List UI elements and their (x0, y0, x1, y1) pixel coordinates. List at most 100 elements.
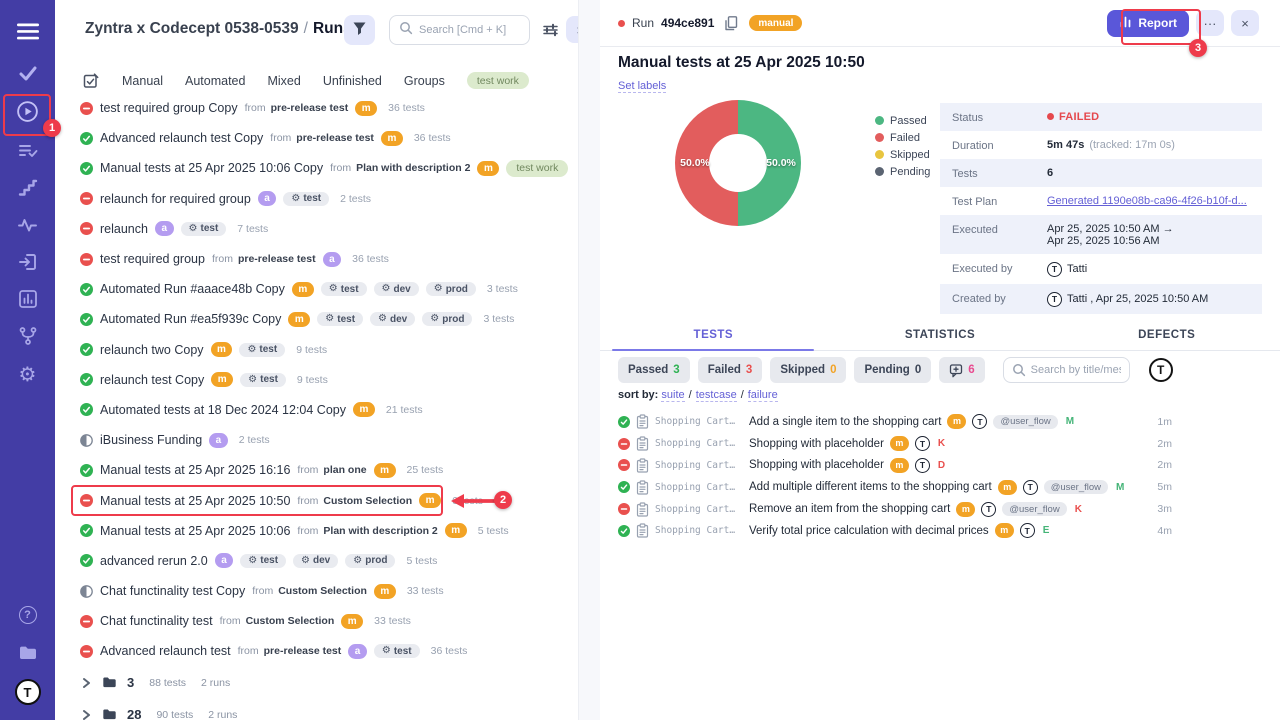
run-row[interactable]: relauncha⚙test7 tests (55, 214, 578, 244)
report-button[interactable]: Report (1107, 10, 1189, 37)
run-row[interactable]: Automated tests at 18 Dec 2024 12:04 Cop… (55, 395, 578, 425)
run-row[interactable]: Chat functinality testfromCustom Selecti… (55, 606, 578, 636)
sidebar-item-activity[interactable] (0, 207, 55, 243)
run-row[interactable]: Chat functinality test CopyfromCustom Se… (55, 576, 578, 606)
sort-link-failure[interactable]: failure (748, 389, 778, 402)
run-row[interactable]: Advanced relaunch test Copyfrompre-relea… (55, 123, 578, 153)
run-row[interactable]: relaunch test Copym⚙test9 tests (55, 365, 578, 395)
test-row[interactable]: Shopping Cart…Shopping with placeholderm… (600, 455, 1280, 477)
set-labels-link[interactable]: Set labels (618, 80, 666, 93)
copy-icon[interactable] (723, 15, 738, 31)
runs-search[interactable] (389, 15, 530, 45)
run-title: Manual tests at 25 Apr 2025 10:50 (618, 54, 865, 72)
sort-link-testcase[interactable]: testcase (696, 389, 737, 402)
filter-tag[interactable]: test work (467, 72, 529, 89)
run-row[interactable]: Automated Run #ea5f939c Copym⚙test⚙dev⚙p… (55, 304, 578, 334)
test-row[interactable]: Shopping Cart…Verify total price calcula… (600, 520, 1280, 542)
env-badge-label: test (259, 344, 277, 355)
run-from-plan: Custom Selection (323, 495, 412, 507)
status-failed-icon (618, 438, 630, 450)
comment-icon (949, 363, 963, 378)
detail-tab-defects[interactable]: DEFECTS (1053, 325, 1280, 350)
test-row[interactable]: Shopping Cart…Shopping with placeholderm… (600, 433, 1280, 455)
status-passed-icon (80, 343, 93, 356)
sidebar-logo[interactable]: T (0, 674, 55, 710)
run-row[interactable]: Manual tests at 25 Apr 2025 10:06 Copyfr… (55, 153, 578, 183)
run-row[interactable]: Manual tests at 25 Apr 2025 10:06fromPla… (55, 516, 578, 546)
sidebar-item-check[interactable] (0, 55, 55, 91)
tests-search[interactable] (1003, 357, 1130, 383)
test-row[interactable]: Shopping Cart…Add a single item to the s… (600, 411, 1280, 433)
sidebar-item-menu[interactable] (0, 13, 55, 49)
sort-link-suite[interactable]: suite (661, 389, 684, 402)
run-row[interactable]: relaunch for required groupa⚙test2 tests (55, 184, 578, 214)
folder-tests-count: 88 tests (149, 677, 186, 689)
legend-item-pending: Pending (875, 163, 930, 180)
detail-close-button[interactable]: × (1231, 10, 1259, 36)
run-type-badge: m (353, 402, 375, 417)
test-row[interactable]: Shopping Cart…Add multiple different ite… (600, 476, 1280, 498)
detail-tab-statistics[interactable]: STATISTICS (827, 325, 1054, 350)
sidebar-item-list-check[interactable] (0, 133, 55, 169)
folder-icon (17, 642, 39, 664)
folder-row[interactable]: 388 tests2 runs (55, 667, 578, 699)
detail-tab-tests[interactable]: TESTS (600, 325, 827, 350)
filter-chip-passed[interactable]: Passed3 (618, 357, 690, 383)
run-row[interactable]: Advanced relaunch testfrompre-release te… (55, 636, 578, 666)
run-row[interactable]: test required groupfrompre-release testa… (55, 244, 578, 274)
tab-unfinished[interactable]: Unfinished (323, 74, 382, 88)
run-detail-header: Run 494ce891 manual Report ··· × (600, 0, 1280, 47)
view-settings-icon[interactable] (542, 22, 559, 43)
filter-chip-failed[interactable]: Failed3 (698, 357, 763, 383)
tests-search-input[interactable] (1031, 364, 1121, 376)
tab-automated[interactable]: Automated (185, 74, 245, 88)
assignee-filter-logo[interactable]: T (1149, 358, 1173, 382)
info-row-executed-by: Executed byTTatti (940, 254, 1262, 284)
run-row[interactable]: iBusiness Fundinga2 tests (55, 425, 578, 455)
run-from-plan: pre-release test (271, 102, 349, 114)
run-info-table: StatusFAILEDDuration5m 47s(tracked: 17m … (940, 103, 1262, 314)
menu-icon (17, 23, 39, 40)
test-plan-link[interactable]: Generated 1190e08b-ca96-4f26-b10f-d... (1047, 195, 1247, 207)
filter-chip-comments[interactable]: 6 (939, 357, 984, 383)
sidebar-item-steps[interactable] (0, 170, 55, 206)
breadcrumb-project[interactable]: Zyntra x Codecept 0538-0539 (85, 20, 299, 37)
chip-count: 3 (746, 364, 752, 376)
env-badge-prod: ⚙prod (345, 554, 395, 568)
tab-mixed[interactable]: Mixed (267, 74, 300, 88)
sidebar-item-branch[interactable] (0, 318, 55, 354)
run-row[interactable]: Manual tests at 25 Apr 2025 16:16frompla… (55, 455, 578, 485)
info-label: Duration (952, 139, 1047, 152)
filter-chip-pending[interactable]: Pending0 (854, 357, 931, 383)
test-type-badge: m (998, 480, 1017, 495)
annotation-arrow-icon (449, 493, 495, 514)
folder-row[interactable]: 2890 tests2 runs (55, 699, 578, 720)
tab-groups[interactable]: Groups (404, 74, 445, 88)
folder-icon (101, 674, 118, 691)
info-label: Executed (952, 223, 1047, 236)
filter-button[interactable] (344, 15, 375, 45)
filter-chip-skipped[interactable]: Skipped0 (770, 357, 846, 383)
test-row[interactable]: Shopping Cart…Remove an item from the sh… (600, 498, 1280, 520)
run-row[interactable]: Automated Run #aaace48b Copym⚙test⚙dev⚙p… (55, 274, 578, 304)
sidebar-item-gear[interactable]: ⚙ (0, 356, 55, 392)
tracked-value: (tracked: 17m 0s) (1089, 139, 1175, 151)
breadcrumb-separator: / (304, 20, 308, 37)
sidebar-item-bar-chart[interactable] (0, 281, 55, 317)
sidebar-item-sign-in[interactable] (0, 244, 55, 280)
run-row[interactable]: advanced rerun 2.0a⚙test⚙dev⚙prod5 tests (55, 546, 578, 576)
run-tests-count: 3 tests (483, 313, 514, 325)
env-badge-label: test (200, 223, 218, 234)
env-badge-test: ⚙test (283, 192, 329, 206)
run-row[interactable]: relaunch two Copym⚙test9 tests (55, 335, 578, 365)
sidebar-item-folder[interactable] (0, 635, 55, 671)
more-button[interactable]: ··· (1196, 10, 1224, 36)
run-tests-count: 7 tests (237, 223, 268, 235)
run-from-label: from (270, 132, 291, 144)
branch-icon (17, 325, 39, 347)
tab-manual[interactable]: Manual (122, 74, 163, 88)
run-row[interactable]: test required group Copyfrompre-release … (55, 93, 578, 123)
sidebar-item-help[interactable]: ? (0, 597, 55, 633)
test-title: Add multiple different items to the shop… (749, 481, 992, 493)
runs-search-input[interactable] (419, 24, 520, 36)
